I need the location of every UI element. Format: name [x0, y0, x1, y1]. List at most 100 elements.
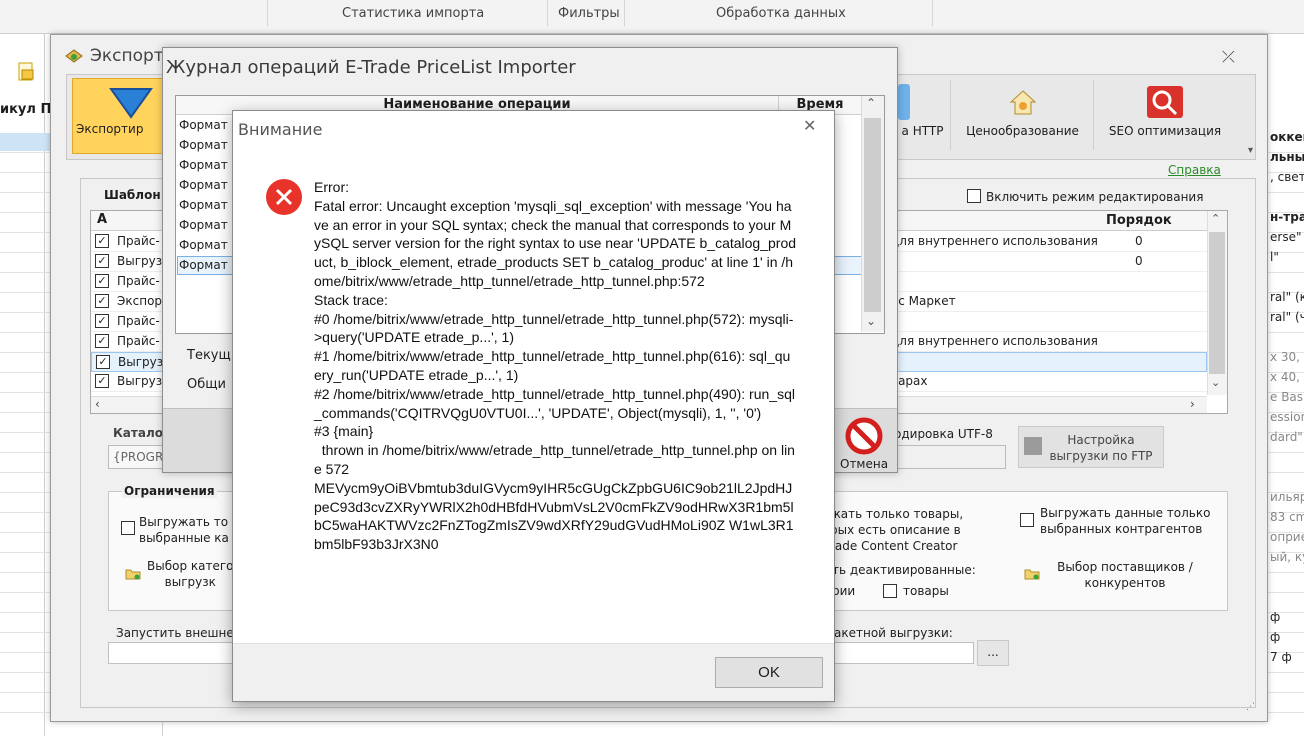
journal-row[interactable]: Формат	[179, 178, 228, 192]
selected-contractors-label: Выгружать данные только выбранных контра…	[1040, 505, 1210, 537]
journal-scroll-thumb[interactable]	[864, 118, 881, 312]
row-label: Выгруз	[118, 355, 164, 369]
row-checkbox[interactable]: ✓	[96, 355, 110, 369]
suppliers-select-button[interactable]: Выбор поставщиков / конкурентов	[1050, 559, 1200, 591]
journal-window-title: Журнал операций E-Trade PriceList Import…	[166, 57, 576, 78]
row-checkbox[interactable]: ✓	[95, 254, 109, 268]
deactivated-goods-checkbox[interactable]	[883, 584, 897, 598]
ribbon-separator	[547, 0, 548, 26]
grid-cell	[1270, 270, 1304, 290]
cancel-button-label[interactable]: Отмена	[840, 457, 888, 471]
limits-title: Ограничения	[122, 484, 217, 498]
journal-row[interactable]: Формат	[179, 138, 228, 152]
label-line: рых есть описание в	[830, 523, 961, 537]
label-line: rade Content Creator	[830, 539, 958, 553]
deactivated-goods-label: товары	[903, 584, 949, 598]
column-order-header[interactable]: Порядок	[1106, 213, 1172, 228]
grid-cell: ral" (ч	[1270, 310, 1304, 324]
label-line: Выгружать данные только	[1040, 506, 1211, 520]
alert-title: Внимание	[238, 120, 323, 139]
column-active-header[interactable]: A	[97, 212, 107, 227]
row-label: Прайс-	[117, 314, 160, 328]
pricing-button-label: Ценообразование	[966, 124, 1079, 138]
ribbon-expand-icon[interactable]: ▾	[1248, 145, 1253, 156]
journal-row[interactable]: Формат	[179, 118, 228, 132]
ribbon-separator	[267, 0, 268, 26]
browse-button[interactable]: ...	[977, 640, 1009, 666]
grid-cell	[1270, 590, 1304, 610]
grid-cell: l"	[1270, 250, 1279, 264]
only-selected-checkbox[interactable]	[121, 521, 135, 535]
row-checkbox[interactable]: ✓	[95, 274, 109, 288]
row-checkbox[interactable]: ✓	[95, 294, 109, 308]
journal-row[interactable]: Формат	[179, 238, 228, 252]
grid-cell	[1270, 190, 1304, 210]
selected-grid-row[interactable]	[0, 133, 50, 151]
alert-close-icon[interactable]: ✕	[803, 116, 816, 135]
export-close-icon[interactable]: ⤫	[1222, 47, 1235, 67]
alert-message: Error: Fatal error: Uncaught exception '…	[314, 179, 797, 553]
row-checkbox[interactable]: ✓	[95, 334, 109, 348]
background-ribbon: Статистика импорта Фильтры Обработка дан…	[0, 0, 1304, 34]
row-checkbox[interactable]: ✓	[95, 374, 109, 388]
scroll-up-icon[interactable]: ⌃	[866, 96, 876, 110]
journal-row[interactable]: Формат	[179, 218, 228, 232]
document-icon[interactable]	[17, 62, 35, 82]
label-line: жать только товары,	[830, 507, 964, 521]
resize-grip-icon[interactable]: ⋰	[1246, 702, 1255, 712]
folder-icon	[1024, 569, 1040, 580]
grid-cell	[1270, 330, 1304, 350]
ribbon-separator	[624, 0, 625, 26]
export-window-title: Экспорт	[90, 46, 164, 66]
grid-cell	[1270, 450, 1304, 470]
grid-column-header[interactable]: икул П	[0, 102, 51, 117]
row-label: Прайс-	[117, 274, 160, 288]
templates-scroll-thumb[interactable]	[1209, 232, 1225, 374]
row-label: Прайс-	[117, 234, 160, 248]
grid-cell: оприе	[1270, 530, 1304, 544]
error-icon	[266, 179, 302, 215]
grid-cell: льны	[1270, 150, 1304, 164]
label-line: Выгружать то	[139, 515, 229, 529]
ok-button[interactable]: OK	[715, 657, 823, 688]
grid-cell: dard"	[1270, 430, 1303, 444]
help-link[interactable]: Справка	[1168, 163, 1221, 177]
batch-export-label: акетной выгрузки:	[834, 626, 953, 640]
row-checkbox[interactable]: ✓	[95, 234, 109, 248]
row-label: Прайс-	[117, 334, 160, 348]
only-selected-label: Выгружать то выбранные ка	[139, 514, 229, 546]
row-checkbox[interactable]: ✓	[95, 314, 109, 328]
ribbon-group-filters: Фильтры	[558, 6, 620, 21]
pricing-icon	[1009, 90, 1037, 115]
label-line: выгрузк	[164, 575, 216, 589]
journal-row[interactable]: Формат	[179, 198, 228, 212]
scroll-right-icon[interactable]: ›	[1190, 397, 1195, 411]
scroll-down-icon[interactable]: ⌄	[1211, 376, 1220, 389]
grid-cell: оккен	[1270, 130, 1304, 144]
grid-cell: ильяр	[1270, 490, 1304, 504]
journal-row[interactable]: Формат	[179, 258, 228, 272]
scroll-left-icon[interactable]: ‹	[95, 397, 100, 411]
category-select-button[interactable]: Выбор катего выгрузк	[147, 558, 234, 590]
export-button-label: Экспортир	[76, 122, 144, 136]
only-with-description-label: жать только товары, рых есть описание в …	[830, 506, 963, 554]
http-button-label: а HTTP	[901, 124, 944, 138]
row-order: 0	[1135, 234, 1143, 248]
grid-cell: ral" (к	[1270, 290, 1304, 304]
journal-row[interactable]: Формат	[179, 158, 228, 172]
http-icon	[898, 84, 910, 120]
grid-cell: x 40,	[1270, 370, 1300, 384]
row-label: Экспор	[117, 294, 163, 308]
edit-mode-checkbox[interactable]	[967, 189, 981, 203]
grid-cell: ession	[1270, 410, 1304, 424]
row-description: для внутреннего использования	[891, 234, 1098, 248]
grid-cell: ф	[1270, 630, 1281, 644]
cancel-icon[interactable]	[844, 416, 884, 456]
encoding-label: одировка UTF-8	[894, 427, 993, 441]
folder-icon	[125, 569, 141, 580]
scroll-down-icon[interactable]: ⌄	[866, 314, 876, 328]
scroll-up-icon[interactable]: ⌃	[1211, 212, 1220, 225]
right-grid-cells: оккен льны , свет н-тра erse" l" ral" (к…	[1270, 130, 1304, 670]
label-line: выбранных контрагентов	[1040, 522, 1203, 536]
selected-contractors-checkbox[interactable]	[1020, 513, 1034, 527]
